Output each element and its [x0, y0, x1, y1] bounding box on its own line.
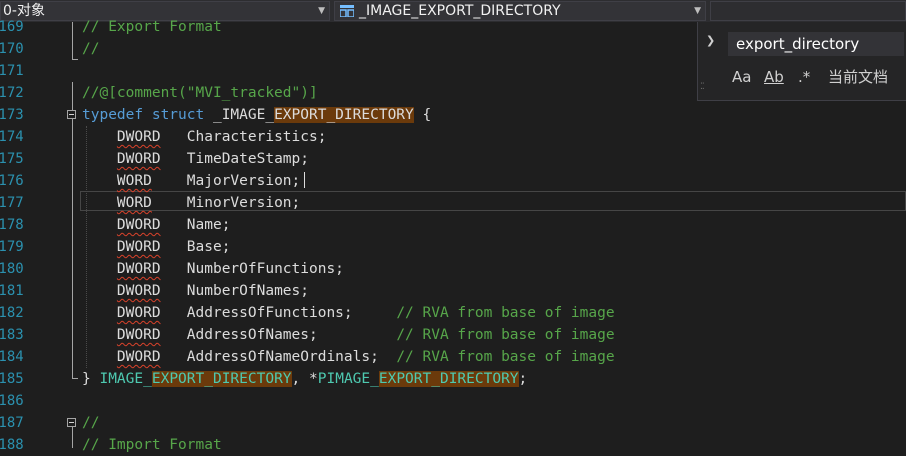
- code-line: DWORD AddressOfFunctions; // RVA from ba…: [116, 305, 615, 321]
- text-caret: [304, 172, 305, 188]
- outline-line: [72, 82, 73, 110]
- code-line: DWORD NumberOfNames;: [116, 283, 309, 299]
- line-number: 3184: [0, 349, 24, 365]
- code-line: } IMAGE_EXPORT_DIRECTORY, *PIMAGE_EXPORT…: [82, 371, 528, 387]
- line-number: 3183: [0, 327, 24, 343]
- outline-end: [72, 378, 78, 379]
- line-number: 3171: [0, 63, 24, 79]
- outline-line: [72, 22, 73, 60]
- search-match-highlight: EXPORT_DIRECTORY: [274, 107, 414, 123]
- line-number: 3180: [0, 261, 24, 277]
- line-number: 3169: [0, 19, 24, 35]
- collapse-icon[interactable]: [67, 110, 76, 119]
- code-line: // Import Format: [82, 437, 222, 453]
- code-line: DWORD Base;: [116, 239, 231, 255]
- line-number: 3170: [0, 41, 24, 57]
- resize-grip-icon[interactable]: ⁚⁚: [700, 82, 705, 92]
- line-number: 3174: [0, 129, 24, 145]
- code-line: DWORD Characteristics;: [116, 129, 327, 145]
- outline-line: [72, 427, 73, 448]
- line-number: 3178: [0, 217, 24, 233]
- code-line: DWORD Name;: [116, 217, 231, 233]
- code-line: //: [82, 41, 100, 57]
- line-number: 3172: [0, 85, 24, 101]
- line-number: 3181: [0, 283, 24, 299]
- code-line: DWORD AddressOfNameOrdinals; // RVA from…: [116, 349, 615, 365]
- code-line: WORD MajorVersion;: [116, 173, 301, 189]
- line-number: 3175: [0, 151, 24, 167]
- find-input[interactable]: [728, 32, 904, 56]
- collapse-icon[interactable]: [67, 418, 76, 427]
- code-line: DWORD TimeDateStamp;: [116, 151, 309, 167]
- line-number: 3186: [0, 393, 24, 409]
- match-case-toggle[interactable]: Aa: [732, 66, 751, 88]
- line-number: 3185: [0, 371, 24, 387]
- line-number: 3176: [0, 173, 24, 189]
- line-number: 3179: [0, 239, 24, 255]
- whole-word-toggle[interactable]: Ab: [764, 66, 784, 88]
- expand-replace-chevron-icon[interactable]: ❯: [706, 34, 715, 47]
- line-number-gutter: 3169 3170 3171 3172 3173 3174 3175 3176 …: [0, 19, 60, 453]
- line-number: 3173: [0, 107, 24, 123]
- symbol-dropdown[interactable]: _IMAGE_EXPORT_DIRECTORY ▼: [334, 1, 706, 21]
- code-line: // Export Format: [82, 19, 222, 35]
- chevron-down-icon: ▼: [694, 6, 701, 16]
- symbol-dropdown-value: _IMAGE_EXPORT_DIRECTORY: [359, 3, 561, 19]
- code-line: typedef struct _IMAGE_EXPORT_DIRECTORY {: [82, 107, 432, 123]
- outline-line: [72, 119, 73, 379]
- search-match-highlight: EXPORT_DIRECTORY: [378, 371, 519, 387]
- code-line: WORD MinorVersion;: [116, 195, 301, 211]
- search-match-highlight: EXPORT_DIRECTORY: [151, 371, 292, 387]
- line-number: 3182: [0, 305, 24, 321]
- line-number: 3188: [0, 437, 24, 453]
- search-scope-dropdown[interactable]: 当前文档: [828, 66, 888, 88]
- find-widget: ❯ ⁚⁚ Aa Ab .* 当前文档: [697, 22, 906, 101]
- code-line: DWORD AddressOfNames; // RVA from base o…: [116, 327, 615, 343]
- struct-icon: [340, 5, 354, 17]
- regex-toggle[interactable]: .*: [798, 66, 810, 88]
- code-line: DWORD NumberOfFunctions;: [116, 261, 344, 277]
- member-dropdown[interactable]: [710, 1, 906, 21]
- code-line: //@[comment("MVI_tracked")]: [82, 85, 318, 101]
- chevron-down-icon: ▼: [318, 6, 325, 16]
- code-line: //: [82, 415, 100, 431]
- outline-end: [72, 59, 78, 60]
- line-number: 3177: [0, 195, 24, 211]
- line-number: 3187: [0, 415, 24, 431]
